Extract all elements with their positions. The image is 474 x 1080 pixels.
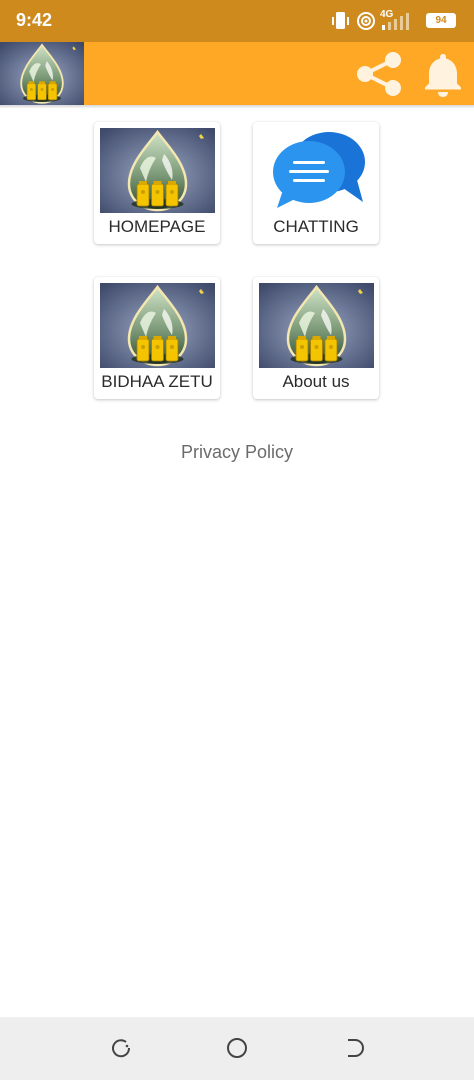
menu-card-label: BIDHAA ZETU xyxy=(101,372,213,391)
app-bar xyxy=(0,42,474,105)
chat-bubbles-icon xyxy=(273,132,365,208)
back-icon[interactable] xyxy=(342,1037,364,1059)
battery-level: 94 xyxy=(435,15,447,26)
app-logo[interactable] xyxy=(0,42,84,105)
home-icon[interactable] xyxy=(226,1037,248,1059)
app-bar-divider xyxy=(0,105,474,108)
status-bar: 9:42 4G 94 xyxy=(0,0,474,42)
notification-bell-icon[interactable] xyxy=(420,50,466,98)
vibrate-icon xyxy=(332,12,349,29)
privacy-policy-link[interactable]: Privacy Policy xyxy=(0,442,474,463)
menu-card-label: CHATTING xyxy=(273,217,359,236)
system-nav-bar xyxy=(0,1017,474,1080)
menu-card-label: About us xyxy=(282,372,350,391)
menu-card-bidhaa-zetu[interactable]: BIDHAA ZETU xyxy=(94,277,220,399)
status-icons: 4G 94 xyxy=(330,9,460,33)
hotspot-icon xyxy=(357,12,375,30)
aloe-drop-product-image xyxy=(259,283,374,368)
status-time: 9:42 xyxy=(16,10,53,30)
aloe-drop-product-image xyxy=(100,128,215,213)
menu-card-label: HOMEPAGE xyxy=(108,217,206,236)
aloe-drop-product-image xyxy=(100,283,215,368)
menu-card-about-us[interactable]: About us xyxy=(253,277,379,399)
share-icon[interactable] xyxy=(352,50,406,98)
signal-icon xyxy=(382,13,409,30)
menu-card-homepage[interactable]: HOMEPAGE xyxy=(94,122,220,244)
battery-icon: 94 xyxy=(426,13,456,28)
recents-icon[interactable] xyxy=(110,1037,132,1059)
menu-card-chatting[interactable]: CHATTING xyxy=(253,122,379,244)
